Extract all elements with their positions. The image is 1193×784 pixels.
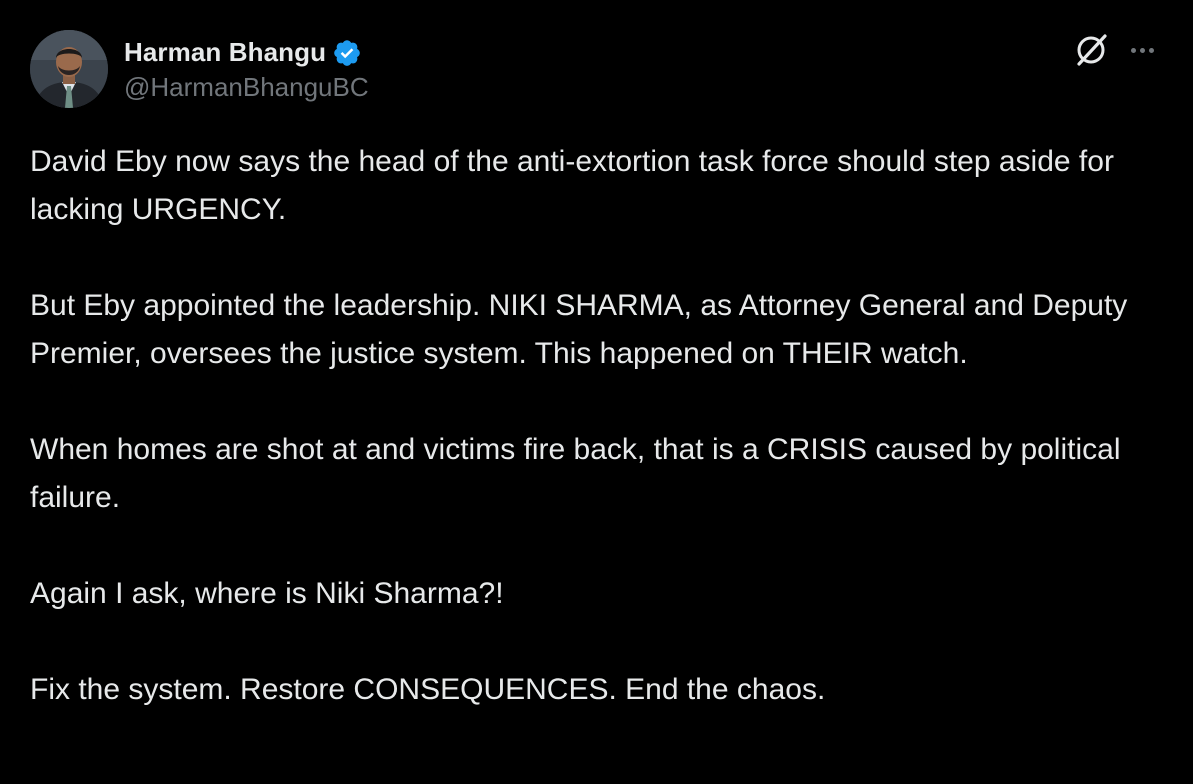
post-paragraph: But Eby appointed the leadership. NIKI S… xyxy=(30,289,1128,370)
avatar-photo xyxy=(30,30,108,108)
author-handle[interactable]: @HarmanBhanguBC xyxy=(124,72,369,103)
avatar[interactable] xyxy=(30,30,108,108)
post-paragraph: Again I ask, where is Niki Sharma?! xyxy=(30,577,504,610)
grok-icon[interactable] xyxy=(1071,30,1111,70)
post: Harman Bhangu @HarmanBhanguBC David Eby xyxy=(0,0,1193,784)
post-paragraph: David Eby now says the head of the anti-… xyxy=(30,145,1114,226)
post-body: David Eby now says the head of the anti-… xyxy=(30,138,1170,714)
more-icon[interactable] xyxy=(1125,30,1159,70)
post-paragraph: Fix the system. Restore CONSEQUENCES. En… xyxy=(30,673,826,706)
name-row: Harman Bhangu xyxy=(124,36,369,70)
display-name[interactable]: Harman Bhangu xyxy=(124,37,326,68)
post-paragraph: When homes are shot at and victims fire … xyxy=(30,433,1121,514)
verified-badge-icon xyxy=(332,38,362,68)
post-header: Harman Bhangu @HarmanBhanguBC xyxy=(30,28,369,110)
author-identity: Harman Bhangu @HarmanBhanguBC xyxy=(124,36,369,103)
post-actions xyxy=(1071,30,1159,70)
